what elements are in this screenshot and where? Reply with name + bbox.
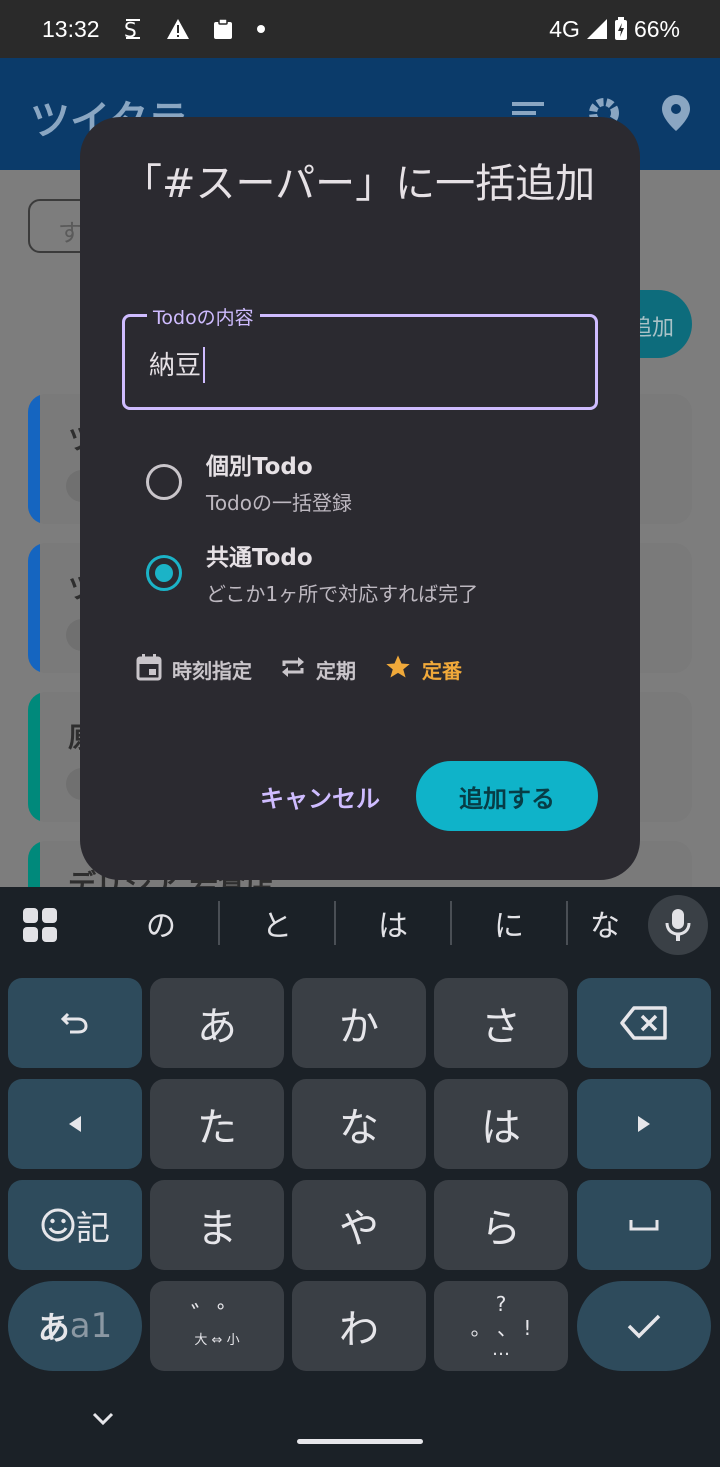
status-time: 13:32 <box>42 15 100 42</box>
network-type: 4G <box>549 15 580 42</box>
text-caret <box>203 347 205 383</box>
repeat-icon <box>280 654 306 685</box>
favorite-button[interactable]: 定番 <box>384 653 462 686</box>
submit-add-button[interactable]: 追加する <box>416 761 598 831</box>
backspace-key[interactable] <box>577 978 711 1068</box>
enter-key[interactable] <box>577 1281 711 1371</box>
suggestion-item[interactable]: の <box>104 901 220 945</box>
keyboard-hide-chevron-icon[interactable] <box>92 1411 114 1430</box>
radio-option-shared[interactable]: 共通Todo どこか1ヶ所で対応すれば完了 <box>146 538 478 607</box>
radio-option-title: 個別Todo <box>206 454 313 480</box>
suggestion-item[interactable]: と <box>220 901 336 945</box>
navigation-bar <box>0 1387 720 1467</box>
location-pin-icon[interactable] <box>662 95 690 135</box>
signal-icon <box>586 18 608 40</box>
radio-option-title: 共通Todo <box>206 545 313 571</box>
battery-charging-icon <box>614 17 628 41</box>
key-ha[interactable]: は <box>434 1079 568 1169</box>
emoji-symbol-key[interactable]: 記 <box>8 1180 142 1270</box>
microphone-icon[interactable] <box>648 895 708 955</box>
radio-button-selected[interactable] <box>146 554 182 591</box>
todo-content-label: Todoの内容 <box>147 303 260 330</box>
key-ka[interactable]: か <box>292 978 426 1068</box>
option-chips: 時刻指定 定期 定番 <box>136 653 462 686</box>
punctuation-key[interactable]: ? 。 、 ! … <box>434 1281 568 1371</box>
cancel-button[interactable]: キャンセル <box>260 779 380 814</box>
suggestion-item[interactable]: は <box>336 901 452 945</box>
undo-icon <box>60 1012 88 1034</box>
radio-option-subtitle: Todoの一括登録 <box>206 491 352 515</box>
key-ya[interactable]: や <box>292 1180 426 1270</box>
arrow-right-icon <box>638 1116 650 1132</box>
key-sa[interactable]: さ <box>434 978 568 1068</box>
calendar-icon <box>136 653 162 686</box>
sync-icon: S <box>122 17 144 41</box>
home-gesture-handle[interactable] <box>297 1439 423 1444</box>
space-icon <box>629 1220 659 1231</box>
backspace-icon <box>620 1006 667 1040</box>
radio-option-individual[interactable]: 個別Todo Todoの一括登録 <box>146 447 352 516</box>
suggestion-bar: の と は に な <box>0 887 720 965</box>
dialog-title: 「#スーパー」に一括追加 <box>122 161 596 207</box>
key-ma[interactable]: ま <box>150 1180 284 1270</box>
emoji-icon <box>41 1208 75 1242</box>
arrow-left-icon <box>69 1116 81 1132</box>
radio-button-unselected[interactable] <box>146 463 182 500</box>
clipboard-icon <box>212 18 234 40</box>
key-wa[interactable]: わ <box>292 1281 426 1371</box>
bulk-add-dialog: 「#スーパー」に一括追加 Todoの内容 個別Todo Todoの一括登録 共通… <box>80 117 640 880</box>
suggestion-item[interactable]: な <box>568 901 628 945</box>
cursor-right-key[interactable] <box>577 1079 711 1169</box>
check-icon <box>627 1314 661 1339</box>
radio-option-subtitle: どこか1ヶ所で対応すれば完了 <box>206 582 479 606</box>
dakuten-size-key[interactable]: ゛゜ 大 ⇔ 小 <box>150 1281 284 1371</box>
dot-icon <box>256 24 266 34</box>
status-bar: 13:32 S 4G 66% <box>0 0 720 58</box>
input-mode-key[interactable]: あ a1 <box>8 1281 142 1371</box>
battery-level: 66% <box>633 15 680 42</box>
key-na[interactable]: な <box>292 1079 426 1169</box>
star-icon <box>384 653 412 686</box>
time-setting-button[interactable]: 時刻指定 <box>136 653 252 686</box>
todo-content-input[interactable] <box>149 343 549 383</box>
key-a[interactable]: あ <box>150 978 284 1068</box>
space-key[interactable] <box>577 1180 711 1270</box>
todo-content-field[interactable]: Todoの内容 <box>122 303 598 410</box>
soft-keyboard: の と は に な あ か さ た な は 記 ま や ら あ a1 ゛゜ 大 … <box>0 887 720 1467</box>
repeat-button[interactable]: 定期 <box>280 654 356 685</box>
undo-key[interactable] <box>8 978 142 1068</box>
suggestion-item[interactable]: に <box>452 901 568 945</box>
cursor-left-key[interactable] <box>8 1079 142 1169</box>
dialog-actions: キャンセル 追加する <box>260 761 598 831</box>
warning-icon <box>166 18 190 40</box>
key-ta[interactable]: た <box>150 1079 284 1169</box>
key-ra[interactable]: ら <box>434 1180 568 1270</box>
apps-grid-icon[interactable] <box>22 907 58 947</box>
